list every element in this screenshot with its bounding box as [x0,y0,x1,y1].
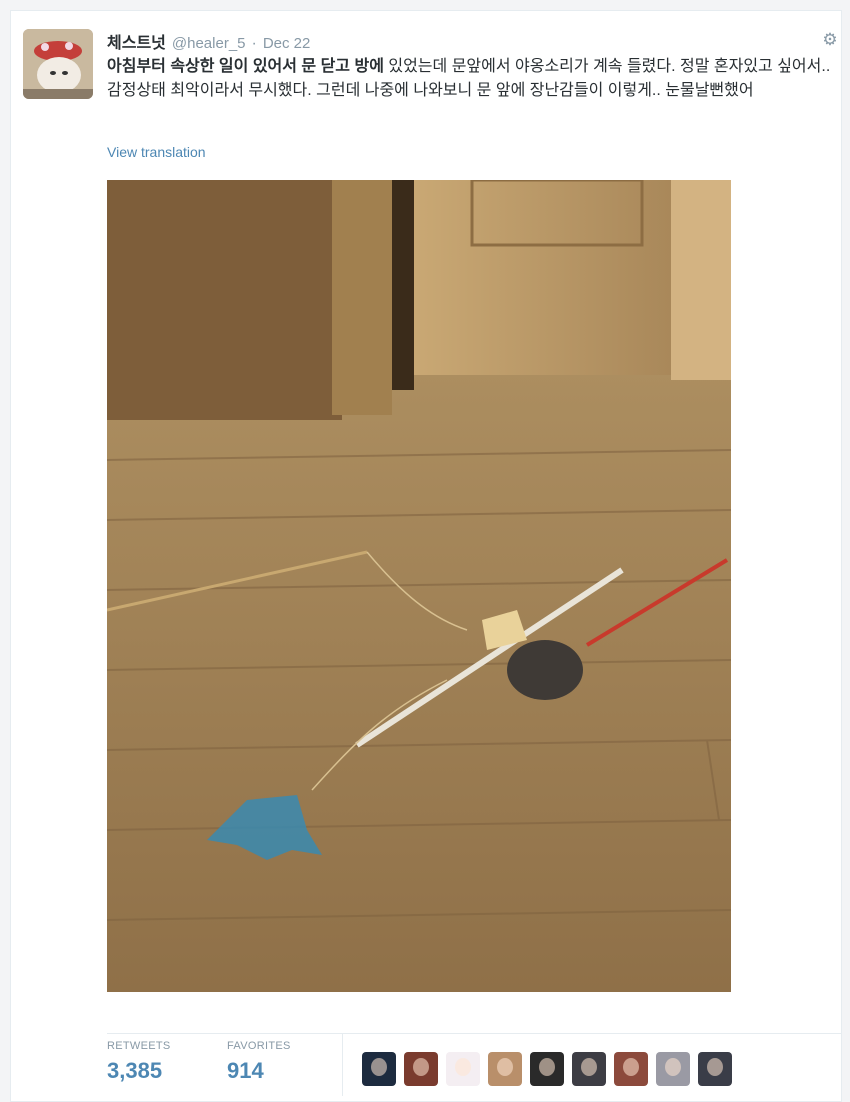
favoriter-avatar-8[interactable] [656,1052,690,1086]
user-avatar[interactable] [23,29,93,99]
favoriter-avatar-3[interactable] [446,1052,480,1086]
user-handle[interactable]: @healer_5 [172,35,246,52]
avatar-image [23,29,93,99]
favorites-label: FAVORITES [227,1040,291,1052]
favoriter-avatar-5[interactable] [530,1052,564,1086]
favoriter-avatar-9[interactable] [698,1052,732,1086]
separator-dot: · [251,35,257,52]
tweet-text-bold: 아침부터 속상한 일이 있어서 문 닫고 방에 [107,58,384,75]
tweet-card: 체스트넛 @healer_5 · Dec 22 ⚙ 아침부터 속상한 일이 있어… [10,10,842,1102]
photo-image [107,180,731,992]
retweets-stat[interactable]: RETWEETS 3,385 [107,1040,171,1084]
favoriter-avatar-6[interactable] [572,1052,606,1086]
tweet-text: 아침부터 속상한 일이 있어서 문 닫고 방에 있었는데 문앞에서 야옹소리가 … [107,55,837,103]
tweet-stats: RETWEETS 3,385 FAVORITES 914 [107,1033,841,1096]
view-translation-link[interactable]: View translation [107,144,206,160]
tweet-photo[interactable] [107,180,731,992]
favorites-stat[interactable]: FAVORITES 914 [227,1040,291,1084]
favoriter-avatar-2[interactable] [404,1052,438,1086]
tweet-header: 체스트넛 @healer_5 · Dec 22 [107,29,310,53]
favoriter-avatar-1[interactable] [362,1052,396,1086]
display-name[interactable]: 체스트넛 [107,29,166,53]
favorites-count: 914 [227,1058,264,1083]
tweet-date[interactable]: Dec 22 [263,35,311,52]
favoriter-avatar-7[interactable] [614,1052,648,1086]
retweets-label: RETWEETS [107,1040,171,1052]
favoriter-avatar-4[interactable] [488,1052,522,1086]
retweets-count: 3,385 [107,1058,163,1083]
favoriter-avatars [362,1052,732,1086]
gear-icon[interactable]: ⚙ [821,31,839,49]
stats-divider [342,1034,343,1096]
